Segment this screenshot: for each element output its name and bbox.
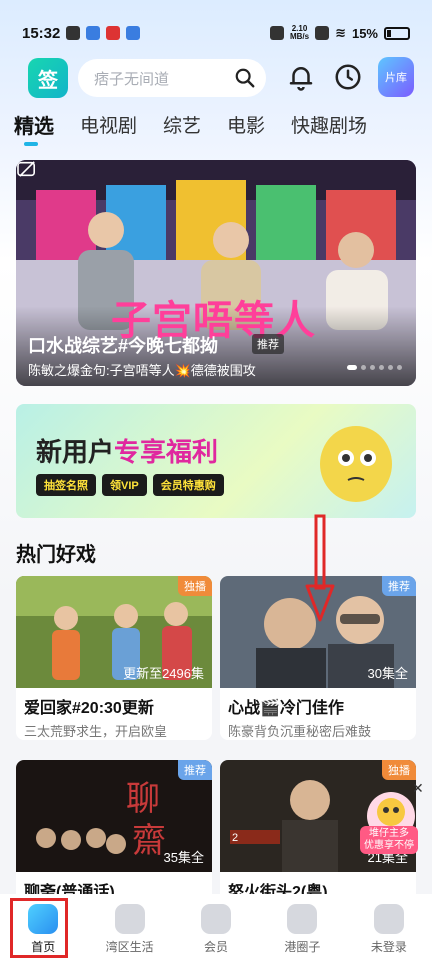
exclusive-tag: 独播 [178, 576, 212, 596]
status-bar: 15:32 2.10 MB/s ≋ 15% [0, 0, 432, 50]
nav-label: 湾区生活 [105, 940, 154, 954]
carousel-dot [347, 365, 357, 370]
show-subtitle: 三太荒野求生，开启欧皇 [24, 724, 168, 739]
svg-text:聊: 聊 [126, 781, 160, 818]
show-title: 爱回家#20:30更新 [24, 700, 154, 717]
svg-text:齋: 齋 [132, 822, 166, 860]
mascot-image [320, 426, 392, 502]
mute-icon[interactable] [16, 160, 38, 178]
history-icon[interactable] [333, 62, 363, 92]
tab-featured[interactable]: 精选 [14, 112, 54, 146]
nav-community[interactable]: 港圈子 [259, 894, 345, 964]
promo-pill: 领VIP [102, 474, 147, 496]
svg-text:2: 2 [232, 832, 238, 844]
close-icon[interactable]: ✕ [412, 780, 424, 797]
show-title: 心战🎬冷门佳作 [228, 700, 344, 717]
category-tabs: 精选 电视剧 综艺 电影 快趣剧场 [14, 112, 393, 146]
show-card[interactable]: 聊 齋 推荐 35集全 聊斋(普通话) [16, 760, 212, 902]
recommended-tag: 推荐 [178, 760, 212, 780]
app-notification-icon [86, 26, 101, 40]
banner-subtitle: 陈敏之爆金句:子宫唔等人💥德德被围攻 [28, 363, 256, 378]
show-card[interactable]: 独播 更新至2496集 爱回家#20:30更新 三太荒野求生，开启欧皇 [16, 576, 212, 740]
section-title: 热门好戏 [16, 544, 96, 566]
notification-icon [66, 26, 81, 40]
play-icon [114, 904, 145, 934]
tab-indicator [24, 142, 38, 146]
gallery-icon [126, 26, 141, 40]
search-box[interactable]: 痞子无间道 [78, 59, 266, 97]
annotation-arrow-icon [305, 514, 335, 622]
tab-variety[interactable]: 综艺 [163, 112, 201, 146]
checkin-button[interactable]: 签 [28, 58, 68, 98]
show-thumbnail: 聊 齋 推荐 35集全 [16, 760, 212, 872]
episode-count: 更新至2496集 [123, 666, 204, 681]
nav-label: 港圈子 [284, 940, 321, 954]
app-notification-icon [106, 26, 121, 40]
sim-icon [315, 26, 330, 40]
nav-membership[interactable]: 会员 [173, 894, 259, 964]
tab-movies[interactable]: 电影 [227, 112, 265, 146]
promo-pill: 抽签名照 [36, 474, 96, 496]
library-button[interactable]: 片库 [378, 57, 414, 97]
carousel-dot [388, 365, 393, 370]
library-label: 片库 [385, 72, 407, 84]
exclusive-tag: 独播 [382, 760, 416, 780]
nav-label: 未登录 [370, 940, 407, 954]
nav-bay-area-life[interactable]: 湾区生活 [86, 894, 172, 964]
carousel-dot [361, 365, 366, 370]
status-time: 15:32 [22, 24, 61, 42]
carousel-dot [370, 365, 375, 370]
top-bar: 签 痞子无间道 片库 [0, 56, 432, 100]
floating-promo-label[interactable]: 堆仔主多 优惠享不停 [360, 826, 418, 854]
search-icon[interactable] [234, 67, 256, 89]
network-speed: 2.10 MB/s [289, 24, 310, 41]
vibrate-icon [269, 26, 284, 40]
promo-title: 新用户专享福利 [36, 437, 219, 467]
carousel-dot [379, 365, 384, 370]
banner-title: 口水战综艺#今晚七都拗 [28, 336, 219, 356]
carousel-dot [397, 365, 402, 370]
wifi-icon: ≋ [335, 25, 346, 40]
nav-profile[interactable]: 未登录 [346, 894, 432, 964]
hero-banner[interactable]: 子宫唔等人 口水战综艺#今晚七都拗 推荐 陈敏之爆金句:子宫唔等人💥德德被围攻 [16, 160, 416, 386]
profile-icon [373, 904, 404, 934]
episode-count: 30集全 [367, 666, 408, 681]
promo-pills: 抽签名照 领VIP 会员特惠购 [36, 474, 224, 496]
planet-icon [287, 904, 318, 934]
nav-label: 会员 [204, 940, 229, 954]
battery-icon [384, 26, 410, 40]
bell-icon[interactable] [286, 62, 316, 92]
show-subtitle: 陈豪背负沉重秘密后难鼓 [228, 724, 372, 739]
new-user-promo-banner[interactable]: 新用户专享福利 抽签名照 领VIP 会员特惠购 [16, 404, 416, 518]
search-placeholder: 痞子无间道 [94, 70, 170, 88]
battery-percent: 15% [351, 25, 378, 41]
annotation-highlight-box [10, 898, 68, 958]
tab-tv-series[interactable]: 电视剧 [80, 112, 137, 146]
show-thumbnail: 独播 更新至2496集 [16, 576, 212, 688]
vip-icon [201, 904, 232, 934]
episode-count: 35集全 [163, 850, 204, 865]
banner-badge: 推荐 [252, 334, 284, 354]
carousel-dots [347, 365, 402, 370]
tab-short-drama[interactable]: 快趣剧场 [291, 112, 367, 146]
recommended-tag: 推荐 [382, 576, 416, 596]
promo-pill: 会员特惠购 [152, 474, 224, 496]
